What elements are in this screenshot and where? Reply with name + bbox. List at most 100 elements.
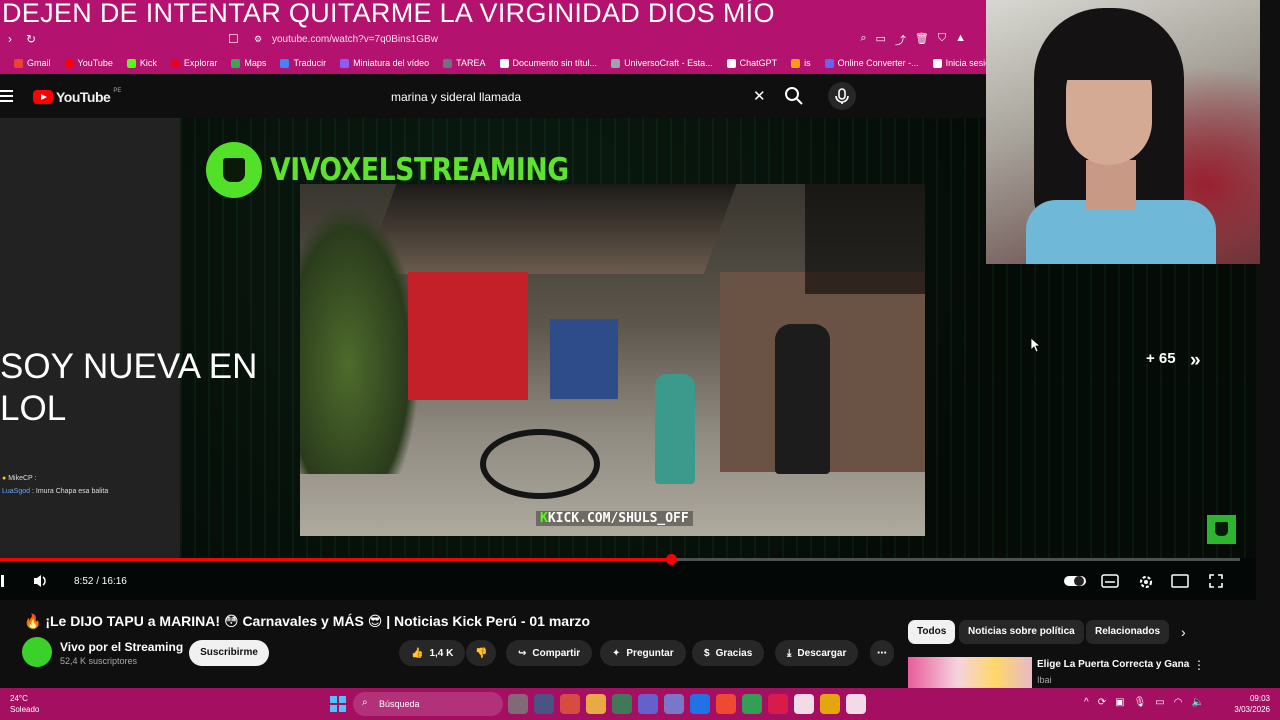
bookmark-item[interactable]: YouTube (64, 58, 113, 68)
skip-count[interactable]: + 65 (1146, 350, 1176, 367)
time-display: 8:52 / 16:16 (74, 576, 127, 587)
bookmark-page-icon[interactable]: ☐ (228, 32, 239, 46)
forward-icon[interactable]: › (8, 32, 12, 46)
bookmark-label: is (804, 58, 811, 68)
bookmark-item[interactable]: Traducir (280, 58, 326, 68)
taskbar-app-icon[interactable] (768, 694, 788, 714)
pause-icon[interactable] (0, 573, 12, 589)
bookmark-item[interactable]: Maps (231, 58, 266, 68)
settings-gear-icon[interactable] (1137, 573, 1155, 591)
bookmark-item[interactable]: Documento sin títul... (499, 58, 597, 68)
shield-icon[interactable]: ⛉ (938, 32, 946, 48)
reload-icon[interactable]: ↻ (26, 32, 36, 46)
search-icon[interactable] (784, 86, 804, 106)
chip-related[interactable]: Relacionados (1086, 620, 1170, 644)
site-info-icon[interactable]: ⚙ (254, 34, 262, 45)
bookmark-favicon-icon (170, 58, 180, 68)
tray-mic-icon[interactable]: 🎙 (1134, 697, 1147, 708)
channel-avatar[interactable] (22, 637, 52, 667)
clock[interactable]: 09:03 3/03/2026 (1234, 693, 1270, 715)
search-input[interactable]: marina y sideral llamada (391, 90, 521, 104)
like-count: 1,4 K (429, 647, 454, 659)
taskbar-app-icon[interactable] (534, 694, 554, 714)
tray-overflow-icon[interactable]: ^ (1084, 697, 1089, 708)
weather-widget[interactable]: 24°C Soleado (10, 693, 39, 715)
taskbar-app-icon[interactable] (820, 694, 840, 714)
skip-forward-icon[interactable]: » (1190, 350, 1201, 372)
like-button[interactable]: 👍 1,4 K (399, 640, 466, 666)
download-button[interactable]: ⤓ Descargar (775, 640, 859, 666)
voice-search-button[interactable] (828, 82, 856, 110)
taskbar-app-icon[interactable] (586, 694, 606, 714)
share-label: Compartir (532, 647, 581, 659)
dislike-button[interactable]: 👎 (466, 640, 497, 666)
bookmark-item[interactable]: UniversoCraft - Esta... (611, 58, 713, 68)
bookmark-item[interactable]: Online Converter -... (824, 58, 919, 68)
taskbar-app-icon[interactable] (716, 694, 736, 714)
taskbar-app-icon[interactable] (846, 694, 866, 714)
recommended-menu-icon[interactable]: ⋮ (1193, 658, 1205, 672)
taskbar-app-icon[interactable] (612, 694, 632, 714)
bookmark-item[interactable]: is (791, 58, 811, 68)
taskbar-app-icon[interactable] (690, 694, 710, 714)
taskbar-app-icon[interactable] (742, 694, 762, 714)
extension-icon[interactable]: ▲ (955, 32, 966, 48)
recommended-channel[interactable]: Ibai (1037, 675, 1052, 685)
delete-icon[interactable]: 🗑 (915, 32, 929, 48)
chips-next-icon[interactable]: › (1181, 624, 1186, 640)
bookmark-item[interactable]: Miniatura del vídeo (340, 58, 429, 68)
bookmark-item[interactable]: ChatGPT (726, 58, 777, 68)
channel-name[interactable]: Vivo por el Streaming (60, 640, 183, 654)
subtitles-icon[interactable] (1101, 573, 1119, 589)
tray-display-icon[interactable]: ▭ (1155, 697, 1164, 708)
more-actions-button[interactable]: ⋯ (870, 640, 894, 666)
bookmark-item[interactable]: Kick (126, 58, 157, 68)
windows-start-icon[interactable] (328, 694, 348, 714)
progress-bar[interactable] (0, 554, 1240, 565)
theater-mode-icon[interactable] (1171, 573, 1189, 589)
search-box[interactable]: marina y sideral llamada ✕ (380, 84, 775, 110)
clear-search-icon[interactable]: ✕ (753, 87, 766, 105)
menu-icon[interactable] (0, 90, 13, 105)
bookmark-item[interactable]: TAREA (443, 58, 486, 68)
taskbar-app-icon[interactable] (508, 694, 528, 714)
taskbar-search[interactable]: Búsqueda (353, 692, 503, 716)
tray-app-icon[interactable]: ▣ (1115, 697, 1124, 708)
youtube-play-icon (33, 90, 53, 104)
wifi-icon[interactable]: ◠ (1174, 697, 1183, 708)
speaker-icon[interactable]: 🔈 (1191, 697, 1203, 708)
taskbar-app-icon[interactable] (560, 694, 580, 714)
chip-all[interactable]: Todos (908, 620, 956, 644)
bookmark-item[interactable]: Gmail (14, 58, 51, 68)
progress-scrubber[interactable] (666, 554, 677, 565)
volume-icon[interactable] (32, 573, 50, 589)
share-button[interactable]: ↪ Compartir (506, 640, 593, 666)
taskbar-app-icon[interactable] (794, 694, 814, 714)
fullscreen-icon[interactable] (1208, 573, 1224, 589)
zoom-icon[interactable]: ⌕ (860, 32, 866, 48)
bookmark-item[interactable]: Explorar (170, 58, 217, 68)
taskbar-app-icon[interactable] (638, 694, 658, 714)
progress-played (0, 558, 671, 561)
youtube-logo[interactable]: YouTube PE (33, 88, 121, 105)
bookmark-favicon-icon (280, 58, 290, 68)
channel-watermark[interactable] (1207, 515, 1236, 544)
subscribe-button[interactable]: Suscribirme (189, 640, 269, 666)
screenshot-icon[interactable]: ▭ (875, 32, 885, 48)
bookmark-item[interactable]: Inicia sesión: Cuent... (932, 58, 986, 68)
tray-sync-icon[interactable]: ⟳ (1098, 697, 1106, 708)
autoplay-toggle-icon[interactable] (1063, 573, 1087, 589)
ask-button[interactable]: ✦ Preguntar (600, 640, 686, 666)
share-icon[interactable]: ⤴ (895, 32, 906, 48)
recommended-thumbnail[interactable] (908, 657, 1032, 688)
bookmark-favicon-icon (611, 58, 621, 68)
youtube-logo-text: YouTube (56, 89, 111, 105)
sparkle-icon: ✦ (612, 647, 621, 659)
chip-politics-news[interactable]: Noticias sobre política (959, 620, 1084, 644)
microphone-icon (835, 88, 849, 104)
url-field[interactable]: youtube.com/watch?v=7q0Bins1GBw (272, 34, 438, 45)
taskbar-app-icon[interactable] (664, 694, 684, 714)
screen: DEJEN DE INTENTAR QUITARME LA VIRGINIDAD… (0, 0, 1280, 720)
recommended-title[interactable]: Elige La Puerta Correcta y Gana (1037, 659, 1189, 670)
thanks-button[interactable]: $ Gracias (692, 640, 765, 666)
